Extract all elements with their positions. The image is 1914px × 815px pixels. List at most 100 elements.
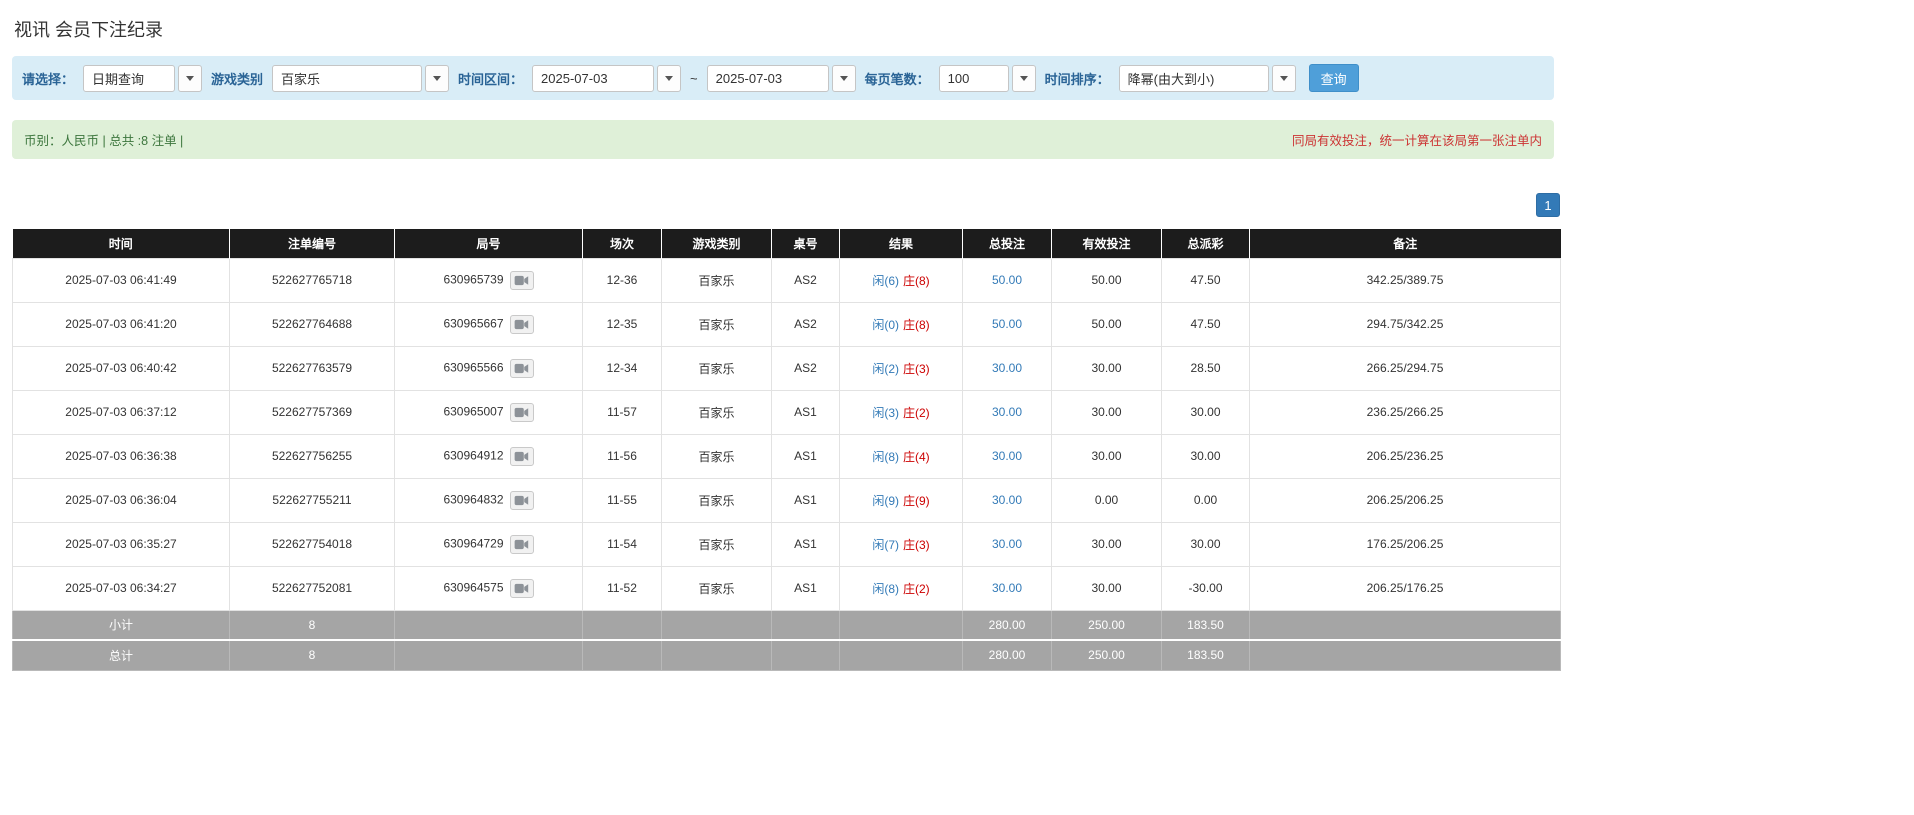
cell-round: 630965667: [395, 302, 583, 346]
cell-table: AS2: [772, 302, 840, 346]
video-replay-icon[interactable]: [510, 535, 534, 554]
chevron-down-icon[interactable]: [657, 65, 681, 92]
cell-game: 百家乐: [662, 478, 772, 522]
cell-note: 206.25/236.25: [1250, 434, 1561, 478]
cell-total-bet: 30.00: [963, 478, 1052, 522]
cell-table: AS2: [772, 258, 840, 302]
game-type-select[interactable]: 百家乐: [272, 65, 449, 92]
search-button[interactable]: 查询: [1309, 64, 1359, 92]
time-sort-value: 降幂(由大到小): [1119, 65, 1269, 92]
total-label: 总计: [13, 640, 230, 670]
cell-session: 12-34: [583, 346, 662, 390]
cell-table: AS1: [772, 522, 840, 566]
cell-result: 闲(3)庄(2): [840, 390, 963, 434]
total-bet-link[interactable]: 30.00: [992, 537, 1022, 551]
total-valid-bet: 250.00: [1052, 640, 1162, 670]
cell-payout: 30.00: [1162, 434, 1250, 478]
chevron-down-icon[interactable]: [1012, 65, 1036, 92]
cell-round: 630964912: [395, 434, 583, 478]
cell-bet-id: 522627764688: [230, 302, 395, 346]
chevron-down-icon[interactable]: [425, 65, 449, 92]
total-bet-link[interactable]: 50.00: [992, 273, 1022, 287]
cell-note: 236.25/266.25: [1250, 390, 1561, 434]
cell-round: 630964575: [395, 566, 583, 610]
cell-time: 2025-07-03 06:35:27: [13, 522, 230, 566]
video-replay-icon[interactable]: [510, 579, 534, 598]
cell-payout: 28.50: [1162, 346, 1250, 390]
date-type-value: 日期查询: [83, 65, 175, 92]
cell-table: AS1: [772, 566, 840, 610]
date-from-select[interactable]: 2025-07-03: [532, 65, 681, 92]
result-player: 闲(2): [872, 362, 899, 376]
cell-time: 2025-07-03 06:41:20: [13, 302, 230, 346]
date-to-select[interactable]: 2025-07-03: [707, 65, 856, 92]
table-row: 2025-07-03 06:37:12 522627757369 6309650…: [13, 390, 1561, 434]
table-row: 2025-07-03 06:35:27 522627754018 6309647…: [13, 522, 1561, 566]
total-bet-link[interactable]: 30.00: [992, 361, 1022, 375]
summary-note: 同局有效投注，统一计算在该局第一张注单内: [1292, 130, 1542, 149]
cell-game: 百家乐: [662, 434, 772, 478]
page-title: 视讯 会员下注纪录: [14, 16, 1902, 42]
result-player: 闲(7): [872, 538, 899, 552]
total-count: 8: [230, 640, 395, 670]
cell-note: 206.25/206.25: [1250, 478, 1561, 522]
cell-result: 闲(2)庄(3): [840, 346, 963, 390]
cell-table: AS1: [772, 434, 840, 478]
cell-empty: [1250, 610, 1561, 640]
total-bet-link[interactable]: 50.00: [992, 317, 1022, 331]
col-header-valid-bet: 有效投注: [1052, 229, 1162, 258]
total-bet-link[interactable]: 30.00: [992, 581, 1022, 595]
page-button-1[interactable]: 1: [1536, 193, 1560, 217]
cell-bet-id: 522627752081: [230, 566, 395, 610]
subtotal-row: 小计 8 280.00 250.00 183.50: [13, 610, 1561, 640]
cell-payout: 47.50: [1162, 302, 1250, 346]
chevron-down-icon[interactable]: [178, 65, 202, 92]
video-replay-icon[interactable]: [510, 403, 534, 422]
game-type-value: 百家乐: [272, 65, 422, 92]
table-row: 2025-07-03 06:34:27 522627752081 6309645…: [13, 566, 1561, 610]
col-header-total-bet: 总投注: [963, 229, 1052, 258]
round-number: 630965667: [443, 316, 503, 330]
result-player: 闲(8): [872, 582, 899, 596]
subtotal-total-bet: 280.00: [963, 610, 1052, 640]
time-sort-select[interactable]: 降幂(由大到小): [1119, 65, 1296, 92]
col-header-note: 备注: [1250, 229, 1561, 258]
total-bet-link[interactable]: 30.00: [992, 405, 1022, 419]
date-type-select[interactable]: 日期查询: [83, 65, 202, 92]
table-header-row: 时间 注单编号 局号 场次 游戏类别 桌号 结果 总投注 有效投注 总派彩 备注: [13, 229, 1561, 258]
video-replay-icon[interactable]: [510, 447, 534, 466]
result-player: 闲(8): [872, 450, 899, 464]
cell-empty: [840, 640, 963, 670]
cell-table: AS1: [772, 390, 840, 434]
chevron-down-icon[interactable]: [832, 65, 856, 92]
cell-valid-bet: 30.00: [1052, 522, 1162, 566]
cell-bet-id: 522627755211: [230, 478, 395, 522]
cell-round: 630965007: [395, 390, 583, 434]
cell-empty: [395, 640, 583, 670]
cell-payout: 30.00: [1162, 522, 1250, 566]
result-banker: 庄(9): [903, 494, 930, 508]
cell-empty: [662, 640, 772, 670]
video-replay-icon[interactable]: [510, 271, 534, 290]
date-from-value: 2025-07-03: [532, 65, 654, 92]
pagination: 1: [12, 193, 1560, 217]
time-sort-label: 时间排序：: [1045, 69, 1110, 88]
cell-total-bet: 50.00: [963, 302, 1052, 346]
video-replay-icon[interactable]: [510, 491, 534, 510]
chevron-down-icon[interactable]: [1272, 65, 1296, 92]
cell-note: 266.25/294.75: [1250, 346, 1561, 390]
cell-note: 206.25/176.25: [1250, 566, 1561, 610]
per-page-select[interactable]: 100: [939, 65, 1036, 92]
cell-total-bet: 30.00: [963, 522, 1052, 566]
round-number: 630964832: [443, 492, 503, 506]
result-player: 闲(6): [872, 274, 899, 288]
total-bet-link[interactable]: 30.00: [992, 449, 1022, 463]
video-replay-icon[interactable]: [510, 315, 534, 334]
cell-time: 2025-07-03 06:34:27: [13, 566, 230, 610]
video-replay-icon[interactable]: [510, 359, 534, 378]
cell-valid-bet: 30.00: [1052, 566, 1162, 610]
total-bet-link[interactable]: 30.00: [992, 493, 1022, 507]
result-player: 闲(0): [872, 318, 899, 332]
cell-session: 11-52: [583, 566, 662, 610]
cell-bet-id: 522627765718: [230, 258, 395, 302]
